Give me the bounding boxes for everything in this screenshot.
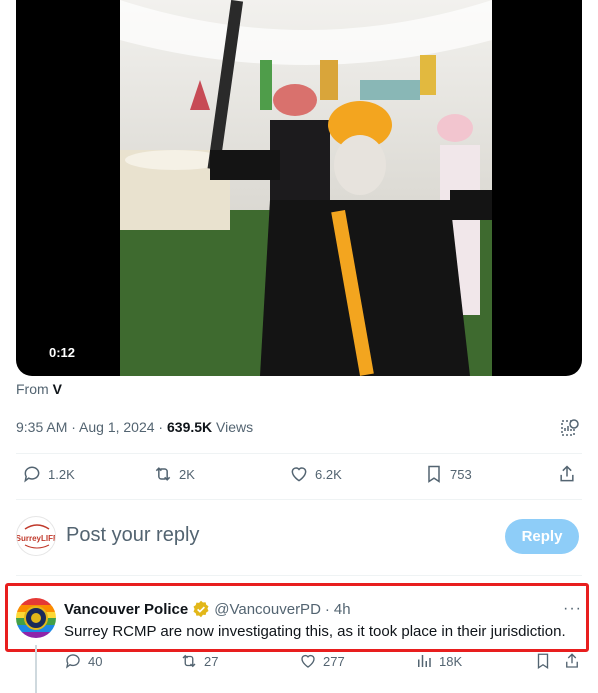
svg-text:SurreyLIFE: SurreyLIFE (17, 534, 56, 543)
verified-badge-icon (193, 600, 209, 618)
divider (16, 575, 582, 576)
reply-header: Vancouver Police @VancouverPD · 4h (64, 600, 351, 618)
reply-share-action[interactable] (563, 652, 581, 670)
reply-icon (24, 466, 40, 483)
reply-avatar[interactable] (16, 598, 56, 638)
video-player[interactable]: 0:12 (16, 0, 582, 376)
post-timestamp[interactable]: 9:35 AM · Aug 1, 2024 · (16, 419, 167, 435)
reply-reply-action[interactable]: 40 (64, 652, 102, 670)
author-name[interactable]: Vancouver Police (64, 601, 188, 618)
share-icon (560, 465, 574, 482)
like-action[interactable]: 6.2K (289, 464, 342, 484)
heart-icon (301, 654, 315, 668)
bookmark-icon (537, 653, 549, 670)
reply-views-count: 18K (439, 653, 463, 669)
reply-repost-count: 27 (204, 653, 219, 669)
video-frame[interactable] (120, 0, 492, 376)
post-meta: 9:35 AM · Aug 1, 2024 · 639.5K Views (16, 419, 253, 435)
views-icon (418, 655, 431, 667)
separator-dot: · (324, 600, 330, 618)
reply-count: 1.2K (48, 466, 75, 482)
bookmark-count: 753 (450, 466, 472, 482)
video-duration: 0:12 (49, 345, 76, 360)
source-attribution: From V (16, 381, 62, 397)
thread-line (35, 645, 37, 693)
surreylife-logo: SurreyLIFE (17, 518, 56, 555)
divider (16, 453, 582, 454)
source-prefix: From (16, 381, 53, 397)
reply-like-count: 277 (323, 653, 345, 669)
share-icon (566, 653, 578, 668)
reply-button[interactable]: Reply (505, 519, 579, 554)
more-options-icon[interactable]: ··· (563, 600, 582, 618)
reply-actions: 40 27 277 18K (64, 652, 584, 674)
bookmark-icon (428, 465, 440, 483)
like-count: 6.2K (315, 466, 342, 482)
divider (16, 499, 582, 500)
user-avatar[interactable]: SurreyLIFE (16, 516, 56, 556)
views-label: Views (212, 419, 254, 435)
reply-bookmark-action[interactable] (534, 652, 552, 670)
reply-input[interactable]: Post your reply (66, 524, 199, 547)
post-actions: 1.2K 2K 6.2K 753 (16, 464, 582, 492)
reply-action[interactable]: 1.2K (22, 464, 75, 484)
reply-reply-count: 40 (88, 653, 103, 669)
reply-repost-action[interactable]: 27 (180, 652, 218, 670)
repost-count: 2K (179, 466, 195, 482)
reply-icon (65, 654, 80, 669)
vancouver-police-avatar (16, 598, 56, 638)
post-time[interactable]: 4h (334, 601, 351, 618)
analytics-icon[interactable] (560, 418, 580, 438)
source-link[interactable]: V (53, 381, 62, 397)
share-action[interactable] (557, 464, 577, 484)
video-thumbnail (120, 0, 492, 376)
author-handle[interactable]: @VancouverPD (214, 601, 321, 618)
heart-icon (291, 467, 307, 482)
views-count: 639.5K (167, 419, 213, 435)
reply-text: Surrey RCMP are now investigating this, … (64, 623, 566, 640)
repost-icon (182, 654, 196, 668)
bookmark-action[interactable]: 753 (424, 464, 472, 484)
repost-action[interactable]: 2K (153, 464, 195, 484)
reply-views-action[interactable]: 18K (415, 652, 462, 670)
repost-icon (155, 467, 171, 481)
reply-like-action[interactable]: 277 (299, 652, 345, 670)
